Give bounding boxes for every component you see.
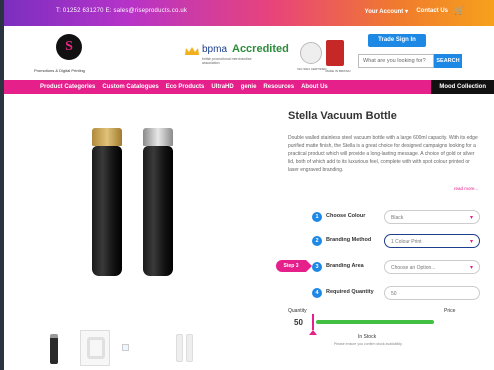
step-indicator: Step 3 <box>276 260 312 272</box>
slider-marker-icon <box>309 330 317 335</box>
quantity-label: Quantity <box>288 308 307 314</box>
page: T: 01252 631270 E: sales@riseproducts.co… <box>4 0 494 370</box>
iso-badge-icon: ISO 9001 CERTIFIED <box>297 42 327 71</box>
nav-eco-products[interactable]: Eco Products <box>166 80 212 94</box>
quantity-input[interactable]: 50 <box>384 286 480 300</box>
crown-icon <box>185 47 199 55</box>
quantity-value: 50 <box>294 318 303 327</box>
logo-mark: S <box>56 34 82 60</box>
main-nav: Product Categories Custom Catalogues Eco… <box>4 80 494 94</box>
top-bar: T: 01252 631270 E: sales@riseproducts.co… <box>4 0 494 26</box>
search-input[interactable]: What are you looking for? <box>358 54 434 68</box>
site-header: S Promotions & Digital Printing bpma Acc… <box>4 26 494 80</box>
thumbnail-strip <box>32 330 232 368</box>
contact-info[interactable]: T: 01252 631270 E: sales@riseproducts.co… <box>56 8 187 14</box>
nav-genie[interactable]: genie <box>241 80 264 94</box>
product-description: Double walled stainless steel vacuum bot… <box>288 135 478 173</box>
quantity-slider[interactable] <box>316 320 434 324</box>
read-more-link[interactable]: read more... <box>454 186 478 191</box>
branding-area-select[interactable]: Choose an Option... ▾ <box>384 260 480 274</box>
thumbnail-3-broken-image-icon[interactable] <box>122 330 152 366</box>
thumbnail-4[interactable] <box>172 330 202 366</box>
thumbnail-2[interactable] <box>80 330 110 366</box>
stock-note: Please ensure you confirm stock availabi… <box>334 342 403 346</box>
nav-about-us[interactable]: About Us <box>301 80 335 94</box>
colour-select[interactable]: Black ▾ <box>384 210 480 224</box>
logo[interactable]: S Promotions & Digital Printing <box>32 32 102 80</box>
made-in-britain-icon: MADE IN BRITAIN <box>326 40 350 73</box>
trade-sign-in-button[interactable]: Trade Sign In <box>368 34 426 47</box>
chevron-down-icon: ▾ <box>469 239 473 245</box>
bpma-accreditation: bpma Accredited british promotional merc… <box>184 43 294 68</box>
branding-method-select[interactable]: 1 Colour Print ▾ <box>384 234 480 248</box>
nav-ultrahd[interactable]: UltraHD <box>211 80 240 94</box>
thumbnail-1[interactable] <box>40 330 70 366</box>
product-image-gold-lid[interactable] <box>92 128 122 276</box>
nav-custom-catalogues[interactable]: Custom Catalogues <box>102 80 165 94</box>
search-button[interactable]: SEARCH <box>434 54 462 68</box>
chevron-down-icon: ▾ <box>469 215 473 221</box>
option-colour: 1 Choose Colour Black ▾ <box>312 210 488 224</box>
nav-resources[interactable]: Resources <box>263 80 301 94</box>
price-label: Price <box>444 308 456 314</box>
nav-product-categories[interactable]: Product Categories <box>4 80 102 94</box>
cart-icon[interactable]: 🛒 <box>454 6 464 15</box>
option-quantity: 4 Required Quantity 50 <box>312 286 488 300</box>
logo-tagline: Promotions & Digital Printing <box>34 68 85 73</box>
product-title: Stella Vacuum Bottle <box>288 110 397 122</box>
stock-status: In Stock <box>358 334 377 340</box>
nav-mood-collection[interactable]: Mood Collection <box>431 80 494 94</box>
option-branding-area: 3 Branding Area Choose an Option... ▾ <box>312 260 488 274</box>
contact-us-link[interactable]: Contact Us <box>416 8 448 14</box>
account-link[interactable]: Your Account ▾ <box>365 8 408 15</box>
option-branding-method: 2 Branding Method 1 Colour Print ▾ <box>312 234 488 248</box>
product-image-silver-lid[interactable] <box>143 128 173 276</box>
slider-handle[interactable] <box>312 314 314 330</box>
chevron-down-icon: ▾ <box>469 265 473 271</box>
